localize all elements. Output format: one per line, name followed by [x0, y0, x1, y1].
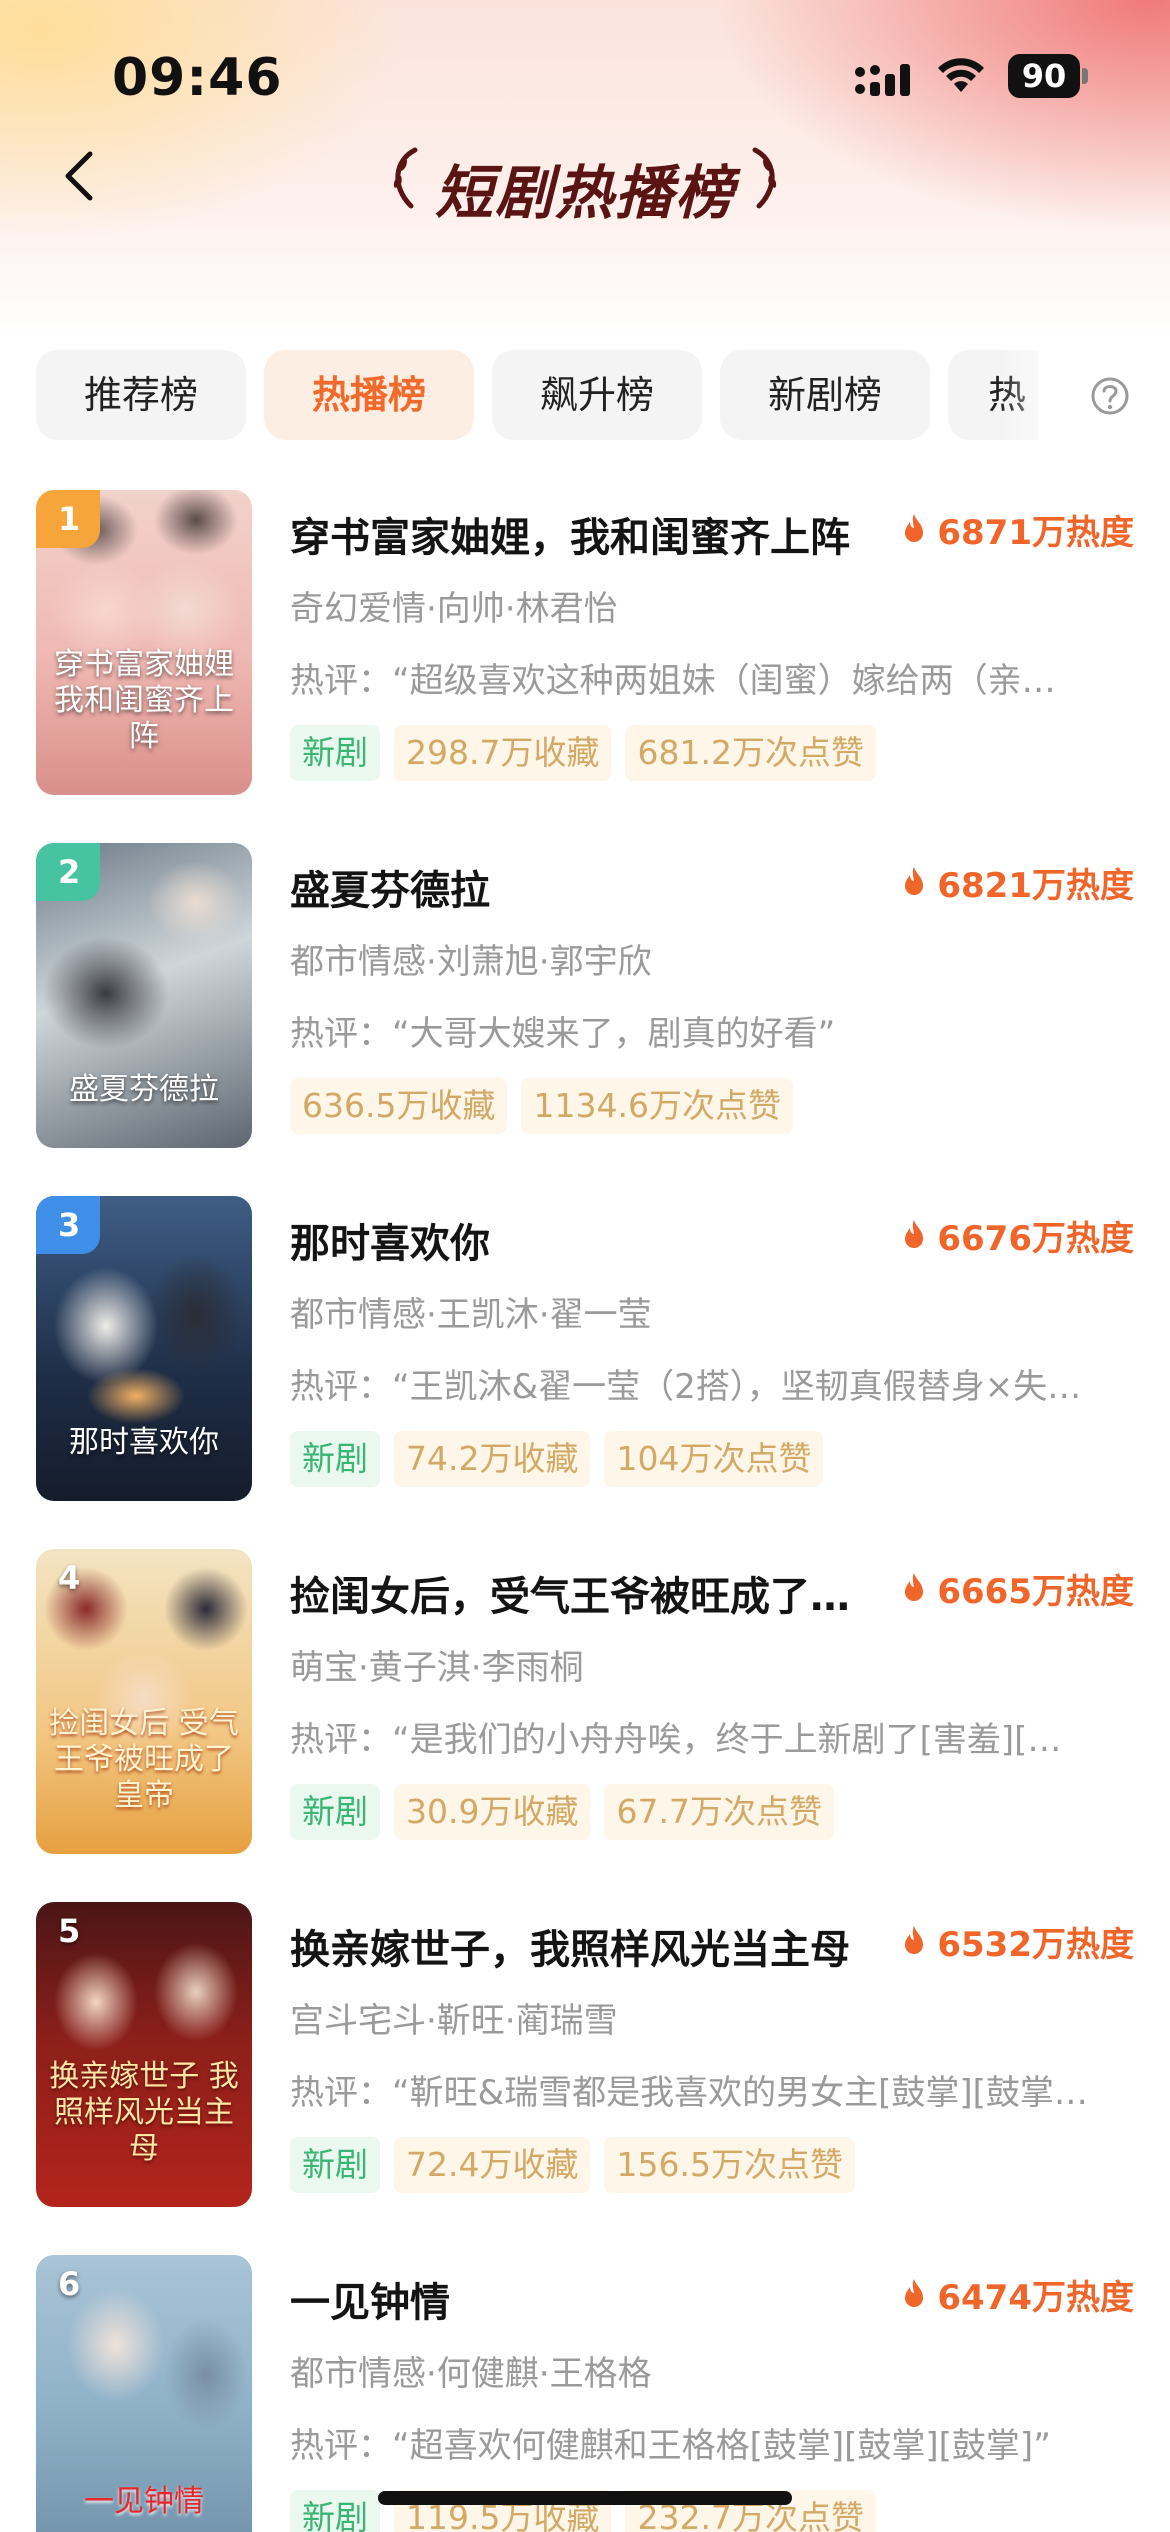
- favorites-count: 298.7万收藏: [394, 725, 612, 781]
- heat-score: 6821万热度: [901, 860, 1134, 906]
- list-item[interactable]: 4 捡闺女后 受气王爷被旺成了皇帝 捡闺女后，受气王爷被旺成了… 6665万热度…: [0, 1544, 1170, 1854]
- heat-value: 6676万热度: [937, 1218, 1134, 1259]
- tag-row: 新剧 30.9万收藏 67.7万次点赞: [290, 1784, 834, 1840]
- new-tag: 新剧: [290, 725, 380, 781]
- wifi-icon: [938, 58, 984, 92]
- genre-cast: 都市情感·何健麒·王格格: [290, 2354, 652, 2394]
- list-item[interactable]: 3 那时喜欢你 那时喜欢你 6676万热度 都市情感·王凯沐·翟一莹 热评：“王…: [0, 1191, 1170, 1501]
- chevron-left-icon[interactable]: [52, 146, 112, 206]
- flame-icon: [905, 514, 924, 542]
- tabs-fade: [1000, 350, 1080, 440]
- hot-review: 热评：“超级喜欢这种两姐妹（闺蜜）嫁给两（亲…: [290, 661, 1056, 701]
- rank-badge: 5: [58, 1912, 81, 1950]
- poster-title: 一见钟情: [84, 2484, 204, 2519]
- page-title-wrap: 短剧热播榜: [385, 132, 785, 227]
- poster-image[interactable]: 3 那时喜欢你: [36, 1196, 252, 1501]
- tab-rising[interactable]: 飙升榜: [492, 350, 702, 440]
- genre-cast: 都市情感·刘萧旭·郭宇欣: [290, 942, 652, 982]
- rank-badge: 6: [58, 2265, 81, 2303]
- list-item[interactable]: 2 盛夏芬德拉 盛夏芬德拉 6821万热度 都市情感·刘萧旭·郭宇欣 热评：“大…: [0, 838, 1170, 1148]
- new-tag: 新剧: [290, 2137, 380, 2193]
- poster-image[interactable]: 4 捡闺女后 受气王爷被旺成了皇帝: [36, 1549, 252, 1854]
- drama-title[interactable]: 那时喜欢你: [290, 1211, 880, 1269]
- favorites-count: 636.5万收藏: [290, 1078, 508, 1134]
- hot-review: 热评：“超喜欢何健麒和王格格[鼓掌][鼓掌][鼓掌]”: [290, 2426, 1051, 2466]
- heat-score: 6871万热度: [901, 507, 1134, 553]
- new-tag: 新剧: [290, 1431, 380, 1487]
- tag-row: 636.5万收藏 1134.6万次点赞: [290, 1078, 793, 1134]
- poster-image[interactable]: 6 一见钟情: [36, 2255, 252, 2532]
- heat-score: 6665万热度: [901, 1566, 1134, 1612]
- status-time: 09:46: [112, 48, 283, 108]
- heat-value: 6474万热度: [937, 2277, 1134, 2318]
- rank-badge: 4: [58, 1559, 81, 1597]
- rank-badge: 3: [36, 1196, 100, 1254]
- tab-new-drama[interactable]: 新剧榜: [720, 350, 930, 440]
- tab-hot-play[interactable]: 热播榜: [264, 350, 474, 440]
- tag-row: 新剧 74.2万收藏 104万次点赞: [290, 1431, 824, 1487]
- poster-image[interactable]: 2 盛夏芬德拉: [36, 843, 252, 1148]
- favorites-count: 72.4万收藏: [394, 2137, 591, 2193]
- flame-icon: [905, 2279, 924, 2307]
- laurel-right-icon: [752, 147, 777, 209]
- heat-value: 6532万热度: [937, 1924, 1134, 1965]
- genre-cast: 萌宝·黄子淇·李雨桐: [290, 1648, 584, 1688]
- heat-score: 6532万热度: [901, 1919, 1134, 1965]
- question-circle-icon[interactable]: [1090, 376, 1130, 416]
- rank-badge: 1: [36, 490, 100, 548]
- drama-title[interactable]: 捡闺女后，受气王爷被旺成了…: [290, 1564, 880, 1622]
- poster-title: 捡闺女后 受气王爷被旺成了皇帝: [49, 1706, 239, 1813]
- tag-row: 新剧 298.7万收藏 681.2万次点赞: [290, 725, 876, 781]
- hot-review: 热评：“是我们的小舟舟唉，终于上新剧了[害羞][…: [290, 1720, 1062, 1760]
- genre-cast: 奇幻爱情·向帅·林君怡: [290, 589, 618, 629]
- battery-level: 90: [1021, 57, 1067, 95]
- home-indicator[interactable]: [378, 2491, 792, 2505]
- likes-count: 67.7万次点赞: [604, 1784, 834, 1840]
- likes-count: 104万次点赞: [604, 1431, 824, 1487]
- flame-icon: [905, 1926, 924, 1954]
- list-item[interactable]: 1 穿书富家妯娌 我和闺蜜齐上阵 穿书富家妯娌，我和闺蜜齐上阵 6871万热度 …: [0, 485, 1170, 795]
- ranking-tabs: 推荐榜 热播榜 飙升榜 新剧榜 热: [0, 350, 1170, 440]
- poster-image[interactable]: 5 换亲嫁世子 我照样风光当主母: [36, 1902, 252, 2207]
- page-title: 短剧热播榜: [434, 159, 735, 227]
- poster-title: 盛夏芬德拉: [69, 1072, 219, 1107]
- heat-score: 6474万热度: [901, 2272, 1134, 2318]
- hot-review: 热评：“靳旺&瑞雪都是我喜欢的男女主[鼓掌][鼓掌…: [290, 2073, 1088, 2113]
- tag-row: 新剧 72.4万收藏 156.5万次点赞: [290, 2137, 855, 2193]
- list-item[interactable]: 6 一见钟情 一见钟情 6474万热度 都市情感·何健麒·王格格 热评：“超喜欢…: [0, 2250, 1170, 2532]
- rank-badge: 2: [36, 843, 100, 901]
- drama-title[interactable]: 一见钟情: [290, 2270, 880, 2328]
- flame-icon: [905, 1573, 924, 1601]
- poster-title: 换亲嫁世子 我照样风光当主母: [49, 2059, 239, 2166]
- new-tag: 新剧: [290, 2490, 380, 2532]
- hot-review: 热评：“大哥大嫂来了，剧真的好看”: [290, 1014, 836, 1054]
- flame-icon: [905, 867, 924, 895]
- drama-title[interactable]: 穿书富家妯娌，我和闺蜜齐上阵: [290, 505, 880, 563]
- nav-bar: 短剧热播榜: [0, 120, 1170, 230]
- heat-value: 6665万热度: [937, 1571, 1134, 1612]
- poster-title: 那时喜欢你: [69, 1425, 219, 1460]
- battery-icon: 90: [1008, 54, 1088, 98]
- heat-score: 6676万热度: [901, 1213, 1134, 1259]
- likes-count: 681.2万次点赞: [625, 725, 876, 781]
- favorites-count: 30.9万收藏: [394, 1784, 591, 1840]
- favorites-count: 74.2万收藏: [394, 1431, 591, 1487]
- genre-cast: 都市情感·王凯沐·翟一莹: [290, 1295, 652, 1335]
- poster-image[interactable]: 1 穿书富家妯娌 我和闺蜜齐上阵: [36, 490, 252, 795]
- poster-title: 穿书富家妯娌 我和闺蜜齐上阵: [54, 647, 234, 754]
- cellular-signal-icon: [855, 64, 910, 96]
- genre-cast: 宫斗宅斗·靳旺·蔺瑞雪: [290, 2001, 618, 2041]
- flame-icon: [905, 1220, 924, 1248]
- drama-title[interactable]: 盛夏芬德拉: [290, 858, 880, 916]
- drama-title[interactable]: 换亲嫁世子，我照样风光当主母: [290, 1917, 880, 1975]
- likes-count: 156.5万次点赞: [604, 2137, 855, 2193]
- heat-value: 6821万热度: [937, 865, 1134, 906]
- heat-value: 6871万热度: [937, 512, 1134, 553]
- hot-review: 热评：“王凯沐&翟一莹（2搭），坚韧真假替身×失…: [290, 1367, 1082, 1407]
- likes-count: 1134.6万次点赞: [521, 1078, 793, 1134]
- new-tag: 新剧: [290, 1784, 380, 1840]
- tab-recommend[interactable]: 推荐榜: [36, 350, 246, 440]
- list-item[interactable]: 5 换亲嫁世子 我照样风光当主母 换亲嫁世子，我照样风光当主母 6532万热度 …: [0, 1897, 1170, 2207]
